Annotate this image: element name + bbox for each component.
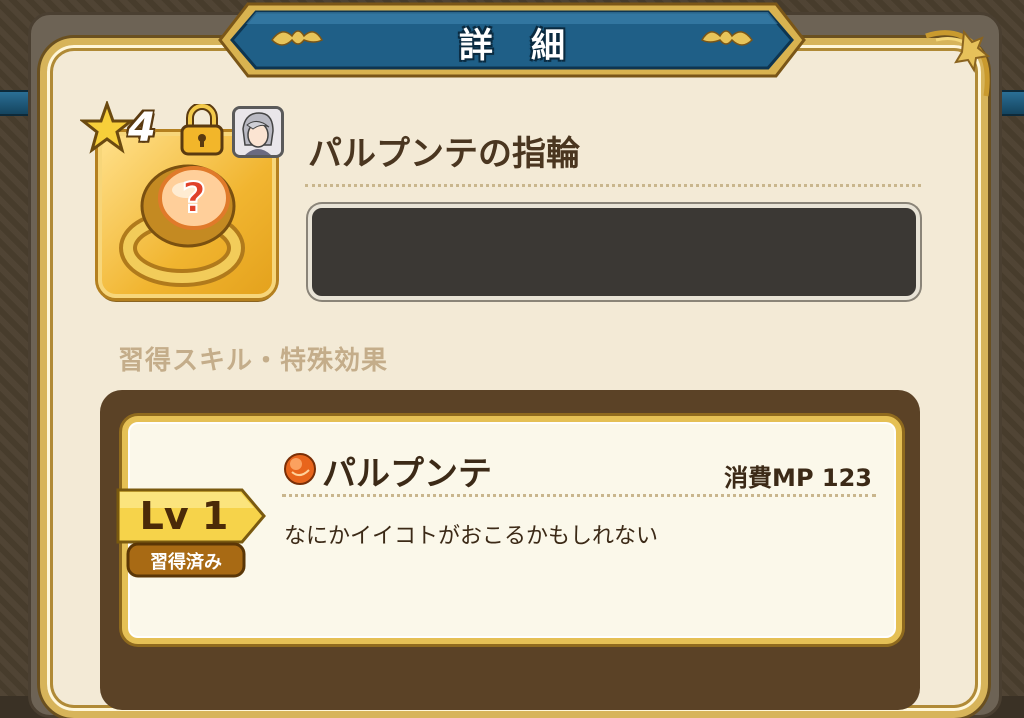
skill-divider [282, 494, 876, 497]
skill-description: なにかイイコトがおこるかもしれない [284, 524, 659, 549]
ring-question-icon: ? [119, 164, 245, 287]
mp-cost: 消費MP 123 [724, 464, 872, 492]
star-icon [80, 101, 134, 154]
skill-level: Lv 1 [139, 494, 229, 538]
item-name: パルプンテの指輪 [308, 134, 580, 174]
rarity-number: 4 [128, 105, 156, 151]
divider [305, 184, 921, 187]
title-banner: 詳細 [218, 0, 806, 80]
orange-orb-icon [284, 453, 316, 485]
character-face-icon [235, 109, 281, 155]
rarity-rank: 4 [80, 98, 156, 158]
svg-text:?: ? [182, 173, 206, 222]
level-badge: Lv 1 習得済み [114, 486, 270, 582]
item-info-box [308, 204, 920, 300]
lock-icon[interactable] [178, 104, 226, 158]
skill-name: パルプンテ [322, 454, 492, 494]
character-portrait-icon[interactable] [232, 106, 284, 158]
corner-ornament-icon [925, 29, 991, 97]
page-title: 詳細 [459, 26, 603, 66]
skill-status: 習得済み [150, 552, 222, 573]
section-label: 習得スキル・特殊効果 [118, 346, 389, 376]
